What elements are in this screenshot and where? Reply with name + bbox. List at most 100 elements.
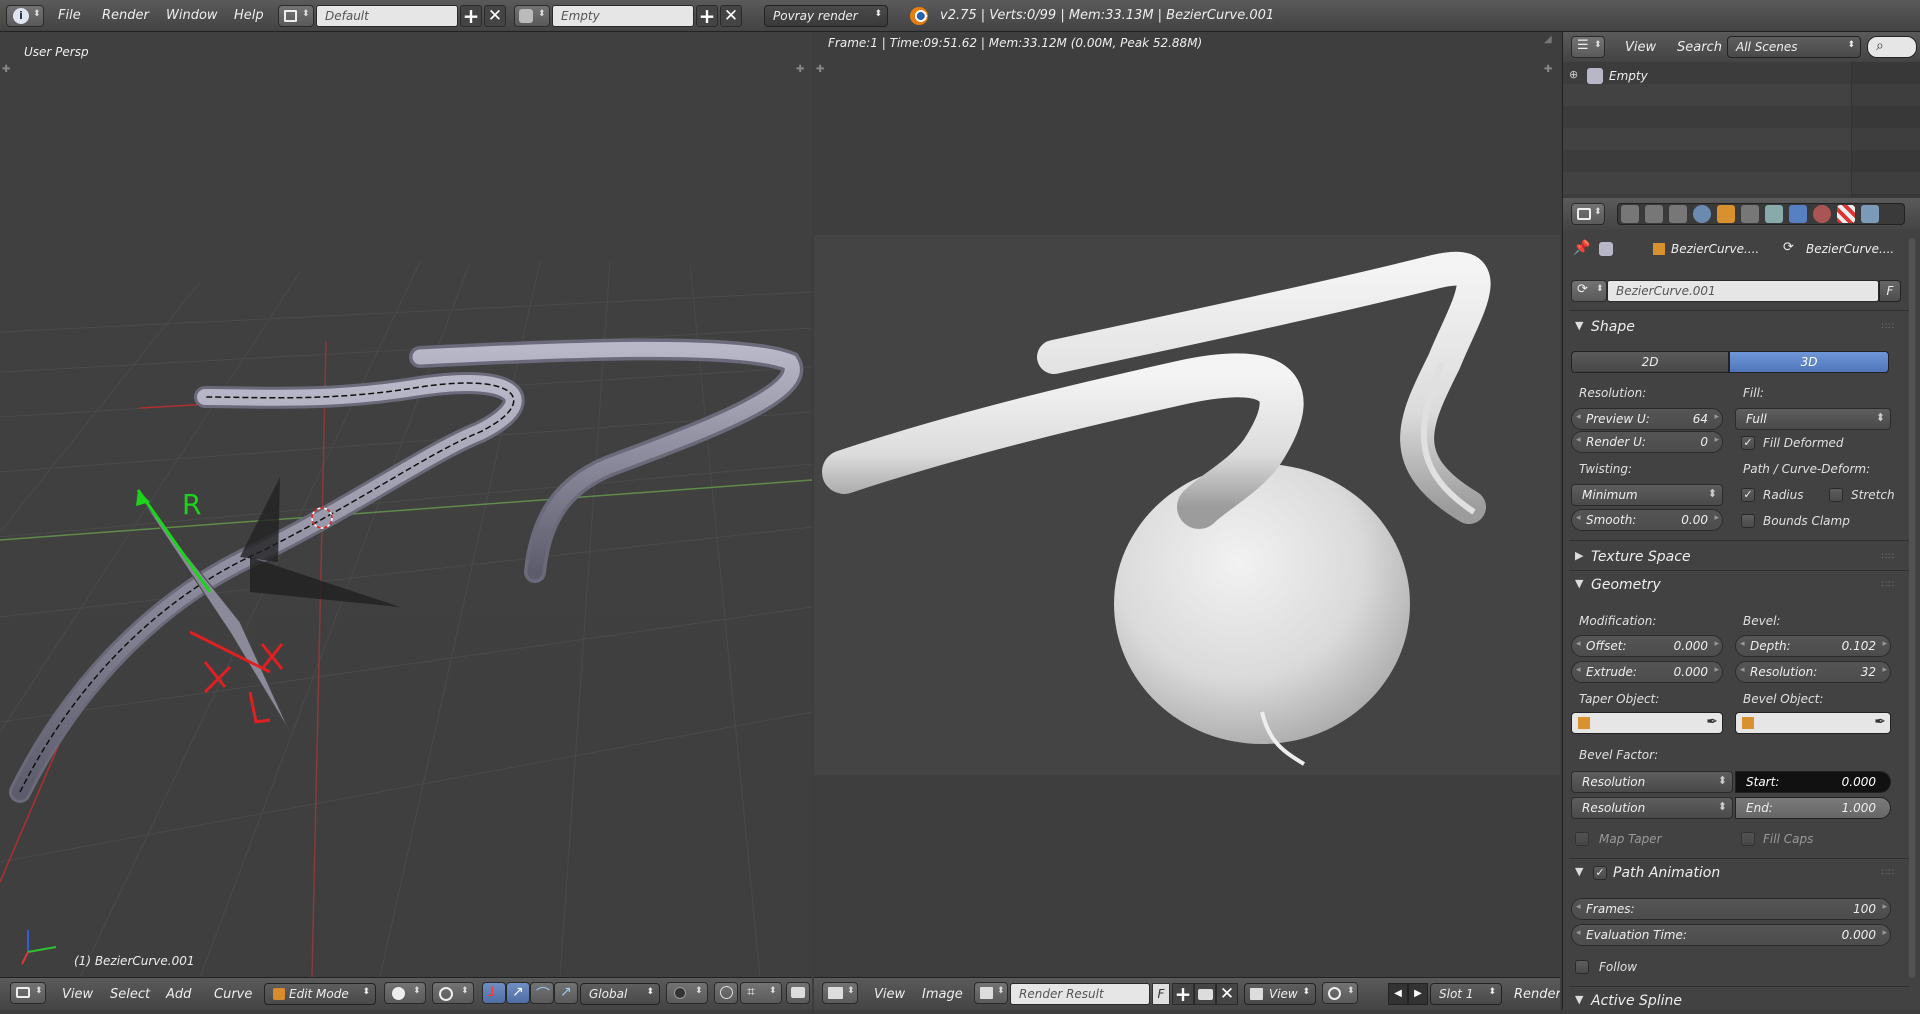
region-toggle-icon[interactable]: ✚ bbox=[796, 64, 804, 75]
fill-caps-checkbox[interactable] bbox=[1741, 832, 1755, 846]
layers-dropdown[interactable]: ⬍ bbox=[666, 982, 708, 1004]
drag-handle-icon[interactable]: ∷∷ bbox=[1882, 322, 1895, 332]
fill-deformed-checkbox[interactable]: ✓ bbox=[1741, 436, 1755, 450]
region-toggle-icon[interactable]: ✚ bbox=[2, 64, 10, 75]
menu-add[interactable]: Add bbox=[166, 987, 191, 1002]
render-layers-tab-icon[interactable] bbox=[1645, 205, 1663, 223]
image-browse-button[interactable]: ⬍ bbox=[974, 982, 1008, 1004]
mode-dropdown[interactable]: Edit Mode ⬍ bbox=[264, 983, 376, 1005]
region-toggle-icon[interactable]: ✚ bbox=[816, 64, 824, 75]
radius-checkbox[interactable]: ✓ bbox=[1741, 488, 1755, 502]
eyedropper-icon[interactable]: ✒ bbox=[1874, 714, 1886, 730]
add-layout-icon[interactable]: + bbox=[460, 5, 482, 27]
stretch-checkbox[interactable] bbox=[1829, 488, 1843, 502]
bevel-end-field[interactable]: End: 1.000 bbox=[1735, 797, 1891, 819]
datablock-browse-button[interactable]: ⟳ ⬍ bbox=[1571, 280, 1607, 302]
view-mode-dropdown[interactable]: View ⬍ bbox=[1244, 983, 1316, 1005]
close-scene-icon[interactable]: ✕ bbox=[720, 5, 742, 27]
datablock-name-field[interactable]: BezierCurve.001 bbox=[1607, 280, 1879, 302]
close-image-icon[interactable]: ✕ bbox=[1216, 983, 1238, 1005]
path-animation-checkbox[interactable]: ✓ bbox=[1593, 866, 1607, 880]
properties-editor[interactable]: ⬍ 📌 BezierCurve.... ⟳ BezierCurve.... ⟳ … bbox=[1562, 198, 1920, 1010]
shape-panel-header[interactable]: ▼ Shape ∷∷ bbox=[1571, 316, 1901, 340]
extrude-field[interactable]: Extrude: 0.000 bbox=[1571, 661, 1723, 683]
menu-curve[interactable]: Curve bbox=[214, 987, 252, 1002]
open-folder-icon[interactable] bbox=[1194, 983, 1216, 1005]
world-tab-icon[interactable] bbox=[1693, 205, 1711, 223]
smooth-field[interactable]: Smooth: 0.00 bbox=[1571, 509, 1723, 531]
fake-user-button[interactable]: F bbox=[1879, 280, 1901, 302]
screen-layout-button[interactable]: ⬍ bbox=[278, 5, 314, 27]
menu-select[interactable]: Select bbox=[110, 987, 150, 1002]
editor-type-button[interactable]: ⬍ bbox=[1571, 203, 1605, 225]
menu-image[interactable]: Image bbox=[922, 987, 963, 1002]
twisting-dropdown[interactable]: Minimum bbox=[1571, 484, 1723, 506]
drag-handle-icon[interactable]: ∷∷ bbox=[1882, 868, 1895, 878]
scale-manipulator-button[interactable]: ↗ bbox=[554, 982, 578, 1004]
render-preview-button[interactable] bbox=[786, 982, 810, 1004]
taper-object-field[interactable]: ✒ bbox=[1571, 712, 1723, 734]
translate-manipulator-button[interactable]: ↗ bbox=[506, 982, 530, 1004]
scene-button[interactable]: ⬍ bbox=[514, 5, 550, 27]
proportional-edit-button[interactable] bbox=[714, 982, 738, 1004]
3d-viewport[interactable]: R User Persp (1) BezierCurve.001 ✚ ✚ bbox=[0, 32, 812, 977]
texture-tab-icon[interactable] bbox=[1837, 205, 1855, 223]
properties-scrollbar[interactable] bbox=[1909, 238, 1915, 978]
scene-tab-icon[interactable] bbox=[1669, 205, 1687, 223]
render-engine-dropdown[interactable]: Povray render ⬍ bbox=[764, 5, 888, 27]
texture-space-panel-header[interactable]: ▶ Texture Space ∷∷ bbox=[1571, 546, 1901, 570]
screen-layout-field[interactable]: Default bbox=[316, 5, 458, 27]
active-spline-panel-header[interactable]: ▼ Active Spline bbox=[1571, 990, 1901, 1014]
path-animation-panel-header[interactable]: ▼ ✓ Path Animation ∷∷ bbox=[1571, 862, 1901, 886]
modifiers-tab-icon[interactable] bbox=[1765, 205, 1783, 223]
snap-dropdown[interactable]: ⌗ ⬍ bbox=[740, 982, 782, 1004]
menu-help[interactable]: Help bbox=[234, 8, 264, 23]
shading-dropdown[interactable]: ⬍ bbox=[384, 982, 426, 1004]
physics-tab-icon[interactable] bbox=[1861, 205, 1879, 223]
follow-checkbox[interactable] bbox=[1575, 960, 1589, 974]
render-layer-label[interactable]: RenderL bbox=[1514, 987, 1560, 1002]
menu-view[interactable]: View bbox=[62, 987, 93, 1002]
close-layout-icon[interactable]: ✕ bbox=[484, 5, 506, 27]
pivot-dropdown[interactable]: ⬍ bbox=[1322, 982, 1358, 1004]
outliner[interactable]: ☰ ⬍ View Search All Scenes ⬍ ⌕ ⊕ Empty bbox=[1562, 32, 1920, 198]
bevel-start-field[interactable]: Start: 0.000 bbox=[1735, 771, 1891, 793]
object-tab-icon[interactable] bbox=[1717, 205, 1735, 223]
display-mode-dropdown[interactable]: All Scenes ⬍ bbox=[1727, 36, 1861, 58]
bevel-factor-start-mode[interactable]: Resolution bbox=[1571, 771, 1733, 793]
add-image-icon[interactable]: + bbox=[1172, 983, 1194, 1005]
fill-mode-dropdown[interactable]: Full bbox=[1735, 408, 1891, 430]
eyedropper-icon[interactable]: ✒ bbox=[1706, 714, 1718, 730]
depth-field[interactable]: Depth: 0.102 bbox=[1735, 635, 1891, 657]
bevel-resolution-field[interactable]: Resolution: 32 bbox=[1735, 661, 1891, 683]
pivot-dropdown[interactable]: ⬍ bbox=[432, 982, 474, 1004]
rotate-manipulator-button[interactable]: ⌒ bbox=[530, 982, 554, 1004]
frames-field[interactable]: Frames: 100 bbox=[1571, 898, 1891, 920]
render-u-field[interactable]: Render U: 0 bbox=[1571, 431, 1723, 453]
offset-field[interactable]: Offset: 0.000 bbox=[1571, 635, 1723, 657]
drag-handle-icon[interactable]: ∷∷ bbox=[1882, 552, 1895, 562]
next-slot-icon[interactable]: ▶ bbox=[1408, 983, 1428, 1005]
editor-type-button[interactable]: ☰ ⬍ bbox=[1571, 36, 1605, 58]
fake-user-button[interactable]: F bbox=[1152, 983, 1170, 1005]
curve-data-tab-icon[interactable] bbox=[1789, 205, 1807, 223]
image-name-field[interactable]: Render Result bbox=[1010, 983, 1150, 1005]
constraints-tab-icon[interactable] bbox=[1741, 205, 1759, 223]
editor-type-button[interactable]: ⬍ bbox=[822, 982, 858, 1004]
prev-slot-icon[interactable]: ◀ bbox=[1388, 983, 1408, 1005]
menu-view[interactable]: View bbox=[874, 987, 905, 1002]
menu-search[interactable]: Search bbox=[1677, 40, 1722, 55]
region-toggle-icon[interactable]: ✚ bbox=[1544, 64, 1552, 75]
bevel-factor-end-mode[interactable]: Resolution bbox=[1571, 797, 1733, 819]
orientation-dropdown[interactable]: Global ⬍ bbox=[580, 983, 660, 1005]
add-scene-icon[interactable]: + bbox=[696, 5, 718, 27]
outliner-search-input[interactable]: ⌕ bbox=[1867, 36, 1917, 58]
dimensions-2d-button[interactable]: 2D bbox=[1571, 351, 1729, 373]
corner-hatch-icon[interactable]: ◢ bbox=[1544, 34, 1552, 45]
menu-view[interactable]: View bbox=[1625, 40, 1656, 55]
menu-window[interactable]: Window bbox=[166, 8, 218, 23]
evaluation-time-field[interactable]: Evaluation Time: 0.000 bbox=[1571, 924, 1891, 946]
preview-u-field[interactable]: Preview U: 64 bbox=[1571, 408, 1723, 430]
editor-type-button[interactable]: ⬍ bbox=[10, 982, 46, 1004]
expand-icon[interactable]: ⊕ bbox=[1569, 68, 1578, 81]
